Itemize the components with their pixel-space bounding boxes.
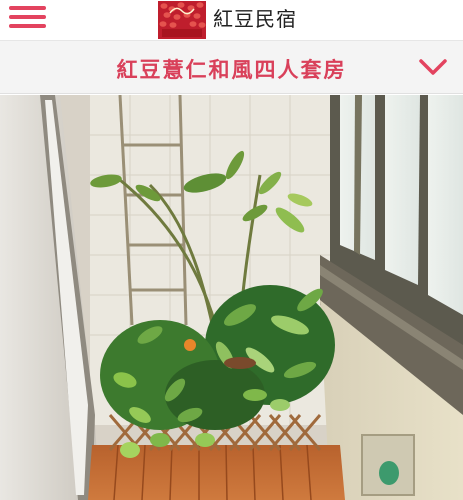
brand-name: 紅豆民宿 xyxy=(213,7,297,31)
red-bean-logo[interactable] xyxy=(158,1,206,39)
app-header: 紅豆民宿 xyxy=(0,0,463,40)
balcony-garden-photo xyxy=(0,95,463,500)
hamburger-menu-icon[interactable] xyxy=(7,3,49,33)
room-title: 紅豆薏仁和風四人套房 xyxy=(116,58,347,82)
chevron-down-icon[interactable] xyxy=(418,57,448,77)
room-selector[interactable]: 紅豆薏仁和風四人套房 xyxy=(0,40,463,94)
